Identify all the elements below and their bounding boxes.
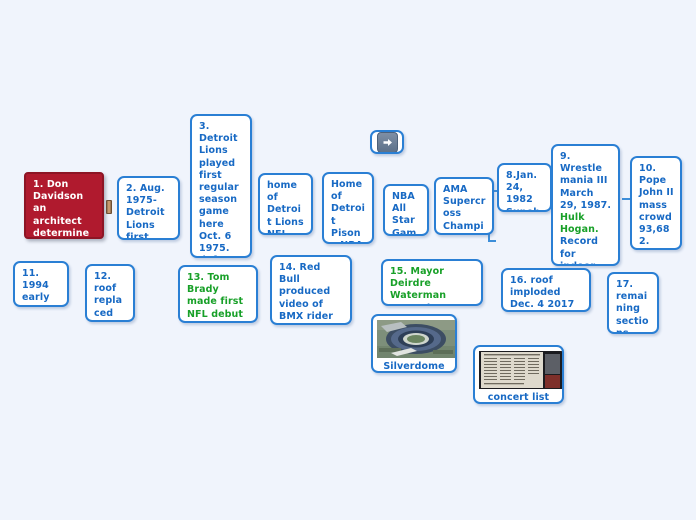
mindmap-node-14[interactable]: 14. Red Bull produced video of BMX rider… [270, 255, 352, 325]
mindmap-node-nba-allstar[interactable]: NBA All Star Game 1979 [383, 184, 429, 236]
mindmap-node-lions-home[interactable]: home of Detroit Lions NFL 1975-2001 [258, 173, 313, 235]
node-15-prefix: 15. Mayor Deirdre Waterman [390, 266, 447, 302]
mindmap-node-12[interactable]: 12. roof replaced March 4- May 28, 1985 [85, 264, 135, 322]
mindmap-node-16[interactable]: 16. roof imploded Dec. 4 2017 after fail… [501, 268, 591, 312]
mindmap-node-11[interactable]: 11. 1994 early round Fifa World Cup [13, 261, 69, 307]
mindmap-node-17[interactable]: 17. remaining sections brought down Marc… [607, 272, 659, 334]
mindmap-node-icon[interactable] [370, 130, 404, 154]
mindmap-canvas[interactable]: 1. Don Davidson an architect determined … [0, 0, 696, 520]
mindmap-node-image-concert[interactable]: concert list [473, 345, 564, 404]
node-15-suffix: wanted Apostolopoulos to bring down stad… [390, 303, 474, 304]
mindmap-node-2[interactable]: 2. Aug. 1975- Detroit Lions first presea… [117, 176, 180, 240]
aerial-stadium-photo [377, 320, 455, 358]
mindmap-node-9[interactable]: 9. Wrestlemania III March 29, 1987. Hulk… [551, 144, 620, 266]
mindmap-node-image-timeline[interactable]: Silverdome timeline [371, 314, 457, 373]
edge-n8-lower [488, 240, 496, 242]
mindmap-node-10[interactable]: 10. Pope John II mass crowd 93,682. High… [630, 156, 682, 250]
mindmap-node-ama-supercross[interactable]: AMA Supercross Championships 1976-2005 [434, 177, 494, 235]
image-timeline-caption: Silverdome timeline [383, 361, 445, 372]
mindmap-node-3[interactable]: 3. Detroit Lions played first regular se… [190, 114, 252, 258]
concert-list-document-photo [479, 351, 562, 389]
mindmap-node-pistons-home[interactable]: Home of Detroit Pisons NBA 1978-1988 [322, 172, 374, 244]
node-14-prefix: 14. Red Bull produced video of BMX rider [279, 262, 334, 322]
mindmap-node-8[interactable]: 8.Jan. 24, 1982 Supebowl XVI [497, 163, 552, 212]
arrow-right-icon [376, 132, 398, 152]
root-to-node2-connector [106, 200, 112, 214]
image-concert-caption: concert list [487, 392, 550, 403]
node-9-highlight: Hulk Hogan. [560, 212, 599, 236]
node-14-highlight: Tyler Fernengel. [279, 323, 337, 325]
mindmap-node-15[interactable]: 15. Mayor Deirdre Waterman wanted Aposto… [381, 259, 483, 306]
mindmap-node-root[interactable]: 1. Don Davidson an architect determined … [24, 172, 104, 239]
node-9-prefix: 9. Wrestlemania III March 29, 1987. [560, 151, 612, 211]
node-9-suffix: Record for indoor attendance until 2010 … [560, 236, 599, 264]
mindmap-node-13[interactable]: 13. Tom Brady made first NFL debut in a … [178, 265, 258, 323]
